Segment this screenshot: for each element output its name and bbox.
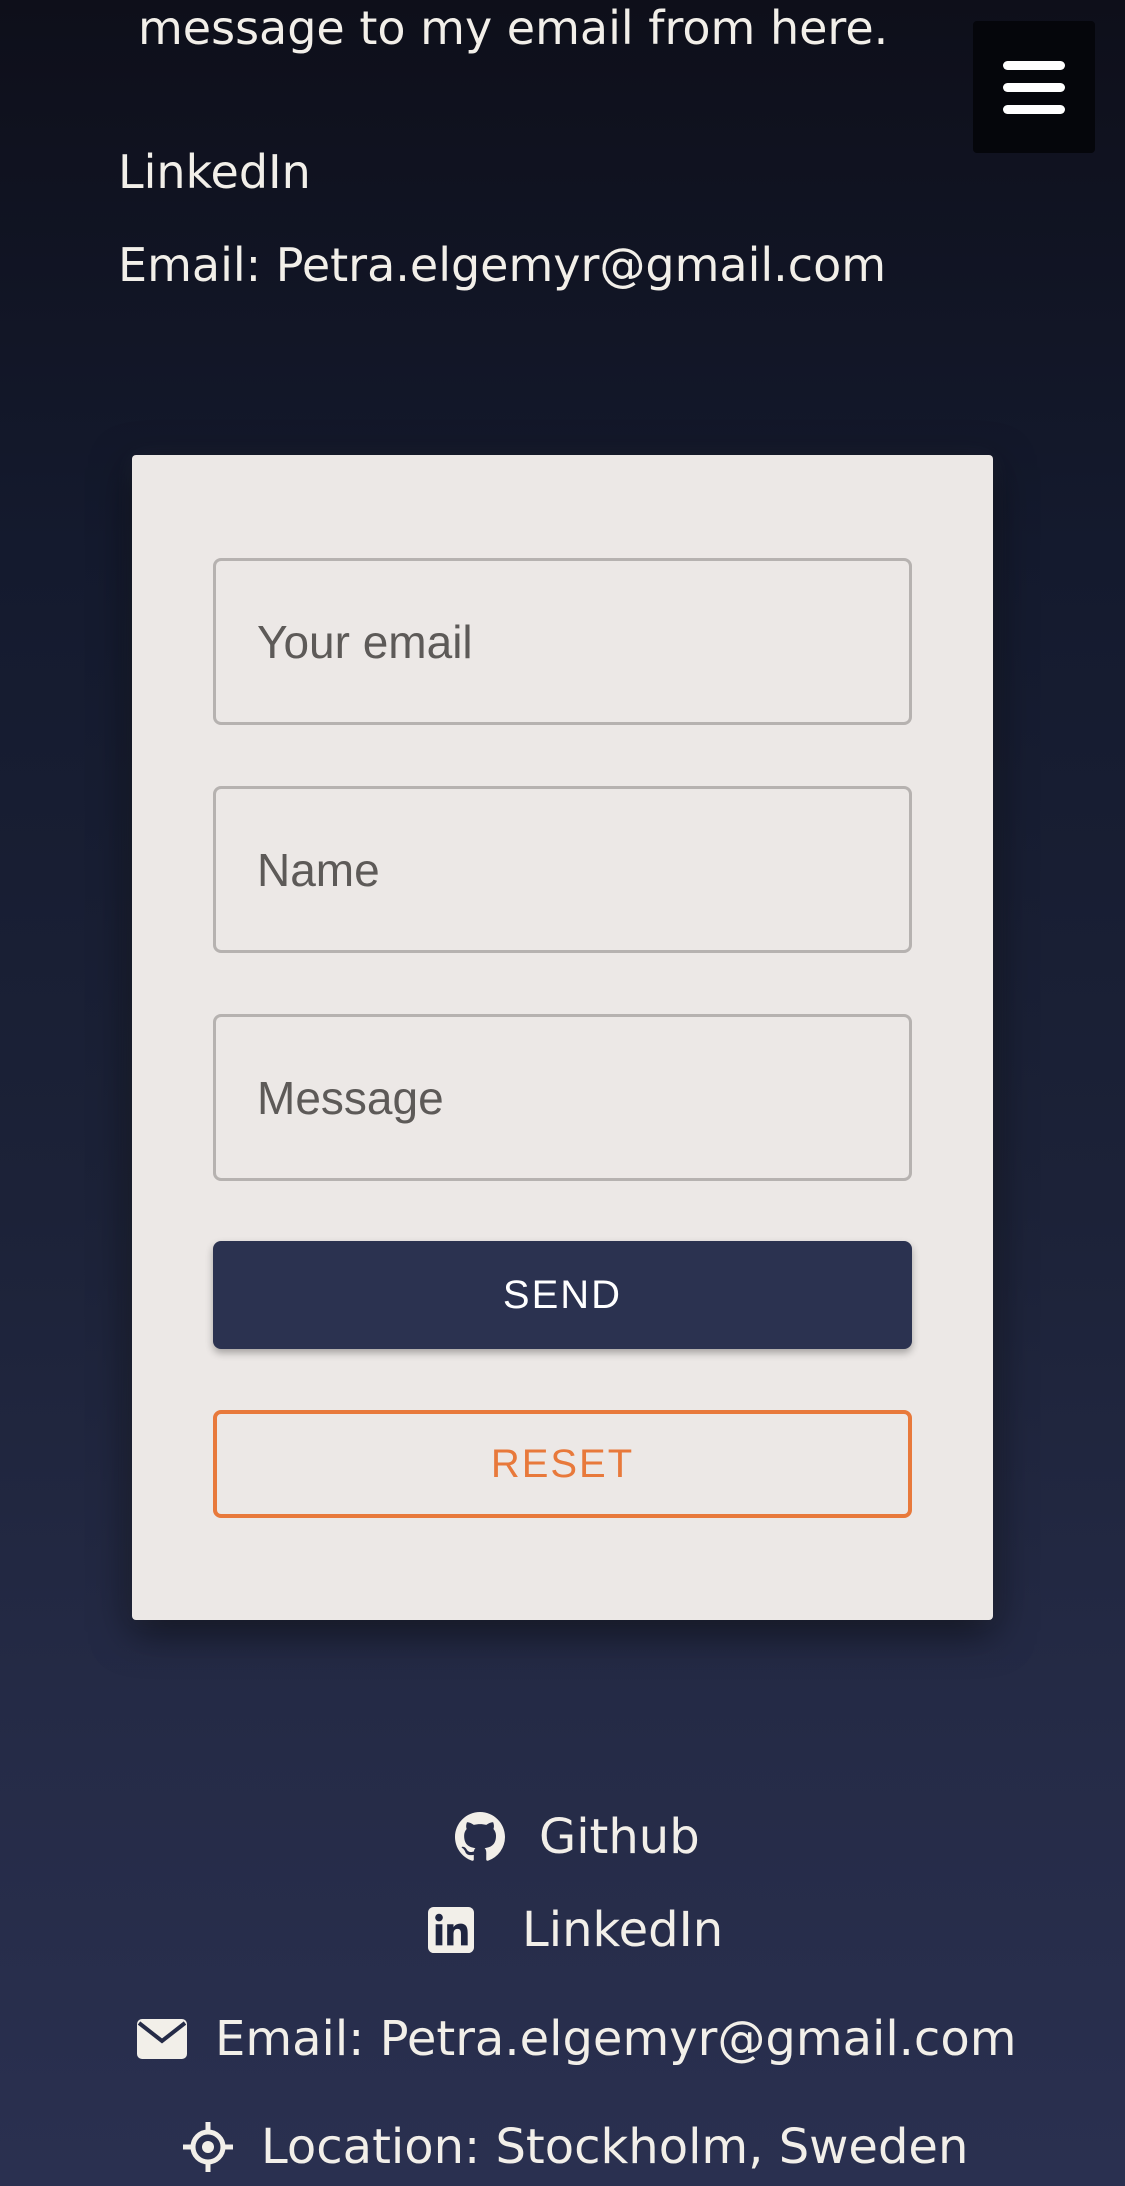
github-icon xyxy=(455,1812,505,1862)
email-input[interactable] xyxy=(213,558,912,725)
crosshair-icon xyxy=(183,2122,233,2172)
send-button[interactable]: SEND xyxy=(213,1241,912,1349)
email-link[interactable]: Email: Petra.elgemyr@gmail.com xyxy=(118,237,886,293)
footer-linkedin-link[interactable]: LinkedIn xyxy=(428,1901,723,1959)
linkedin-link[interactable]: LinkedIn xyxy=(118,144,311,200)
name-input[interactable] xyxy=(213,786,912,953)
intro-text: message to my email from here. xyxy=(138,1,889,55)
contact-form: SEND RESET xyxy=(132,455,993,1620)
footer-email-label: Email: Petra.elgemyr@gmail.com xyxy=(215,2011,1017,2067)
footer-email-link[interactable]: Email: Petra.elgemyr@gmail.com xyxy=(137,2010,1016,2068)
hamburger-menu-icon xyxy=(1003,60,1065,70)
footer-github-link[interactable]: Github xyxy=(455,1808,700,1866)
envelope-icon xyxy=(137,2019,187,2059)
message-input[interactable] xyxy=(213,1014,912,1181)
footer-location: Location: Stockholm, Sweden xyxy=(183,2118,968,2176)
footer-location-label: Location: Stockholm, Sweden xyxy=(261,2119,969,2175)
hamburger-menu-icon-bar xyxy=(1003,104,1065,114)
footer-linkedin-label: LinkedIn xyxy=(522,1902,724,1958)
linkedin-icon xyxy=(428,1907,474,1953)
hamburger-menu-icon-bar xyxy=(1003,82,1065,92)
reset-button[interactable]: RESET xyxy=(213,1410,912,1518)
footer-github-label: Github xyxy=(539,1809,700,1865)
hamburger-menu-button[interactable] xyxy=(973,21,1095,153)
